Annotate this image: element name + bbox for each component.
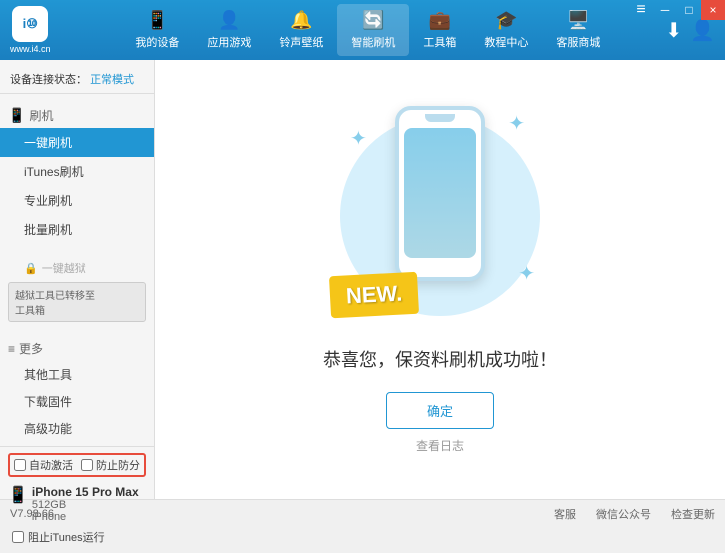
confirm-button[interactable]: 确定 [386,392,494,429]
settings-wc[interactable]: ≡ [629,0,653,20]
apps-icon: 👤 [218,10,240,31]
sidebar-item-itunes[interactable]: iTunes刷机 [0,157,154,186]
device-name: iPhone 15 Pro Max [32,485,139,499]
nav-smart-flash[interactable]: 🔄 智能刷机 [337,4,409,56]
auto-activate-checkbox[interactable]: 自动激活 [14,457,73,473]
content-area: ✦ ✦ ✦ NEW. 恭喜您，保资料刷机成功啦！ 确定 查看日志 [155,60,725,499]
nav-apps-games[interactable]: 👤 应用游戏 [193,4,265,56]
sidebar-item-advanced[interactable]: 高级功能 [0,415,154,442]
sidebar-bottom: 自动激活 防止防分 📱 iPhone 15 Pro Max 512GB iPho… [0,446,154,553]
sidebar-item-other-tools[interactable]: 其他工具 [0,361,154,388]
phone-screen [404,128,476,258]
nav-my-device[interactable]: 📱 我的设备 [121,4,193,56]
ringtone-icon: 🔔 [290,10,312,31]
main-container: 设备连接状态： 正常模式 📱 刷机 一键刷机 iTunes刷机 专业刷机 批量刷… [0,60,725,499]
success-message: 恭喜您，保资料刷机成功啦！ [323,346,557,372]
nav-service[interactable]: 🖥️ 客服商城 [542,4,614,56]
toolbox-icon: 💼 [429,10,451,31]
time-machine-input[interactable] [81,459,93,471]
logo: i⑩ www.i4.cn [10,6,51,54]
time-machine-checkbox[interactable]: 防止防分 [81,457,140,473]
footer-link-update[interactable]: 检查更新 [671,506,715,522]
status-bar: 设备连接状态： 正常模式 [0,65,154,94]
logo-icon: i⑩ [12,6,48,42]
more-icon: ≡ [8,342,15,356]
footer-links: 客服 微信公众号 检查更新 [554,506,715,522]
download-icon[interactable]: ⬇ [665,18,682,43]
new-badge: NEW. [329,271,419,318]
service-icon: 🖥️ [567,10,589,31]
nav-ringtones[interactable]: 🔔 铃声壁纸 [265,4,337,56]
footer-link-service[interactable]: 客服 [554,506,576,522]
nav-tutorials[interactable]: 🎓 教程中心 [470,4,542,56]
sidebar-item-one-click[interactable]: 一键刷机 [0,128,154,157]
section-header-flash: 📱 刷机 [0,103,154,128]
phone-illustration: ✦ ✦ ✦ NEW. [340,106,540,326]
user-icon[interactable]: 👤 [690,18,715,43]
device-icon: 📱 [146,10,168,31]
sidebar: 设备连接状态： 正常模式 📱 刷机 一键刷机 iTunes刷机 专业刷机 批量刷… [0,60,155,499]
lock-icon: 🔒 [24,262,38,275]
flash-icon: 🔄 [362,10,384,31]
sparkle3-icon: ✦ [518,261,535,286]
itunes-bar: 阻止iTunes运行 [8,527,146,547]
tutorial-icon: 🎓 [495,10,517,31]
window-controls: ≡ ─ □ × [629,0,725,20]
footer-version: V7.98.66 [10,508,54,520]
sidebar-item-download-firmware[interactable]: 下载固件 [0,388,154,415]
status-label: 设备连接状态： [10,74,87,86]
auto-activate-input[interactable] [14,459,26,471]
phone-mockup [395,106,485,281]
footer-link-wechat[interactable]: 微信公众号 [596,506,651,522]
status-value: 正常模式 [90,74,134,86]
phone-notch [425,114,455,122]
new-badge-text: NEW. [345,280,402,308]
logo-text: www.i4.cn [10,44,51,54]
phone-device-icon: 📱 [8,485,28,505]
restore-button[interactable]: □ [677,0,701,20]
sparkle2-icon: ✦ [508,111,525,136]
auto-activate-area: 自动激活 防止防分 [8,453,146,477]
device-info: 📱 iPhone 15 Pro Max 512GB iPhone [8,481,146,527]
minimize-button[interactable]: ─ [653,0,677,20]
close-button[interactable]: × [701,0,725,20]
nav-toolbox[interactable]: 💼 工具箱 [409,4,470,56]
sidebar-item-pro[interactable]: 专业刷机 [0,186,154,215]
sidebar-section-flash: 📱 刷机 一键刷机 iTunes刷机 专业刷机 批量刷机 [0,99,154,248]
section-header-more: ≡ 更多 [0,336,154,361]
flash-section-icon: 📱 [8,107,25,124]
app-header: i⑩ www.i4.cn 📱 我的设备 👤 应用游戏 🔔 铃声壁纸 🔄 智能刷机 [0,0,725,60]
jailbreak-notice: 越狱工具已转移至工具箱 [8,282,146,322]
view-log-link[interactable]: 查看日志 [416,437,464,454]
sidebar-section-more: ≡ 更多 其他工具 下载固件 高级功能 [0,332,154,446]
sparkle1-icon: ✦ [350,126,367,151]
itunes-checkbox[interactable] [12,531,24,543]
sidebar-item-jailbreak-disabled: 🔒 一键越狱 [0,256,154,280]
nav-bar: 📱 我的设备 👤 应用游戏 🔔 铃声壁纸 🔄 智能刷机 💼 工具箱 🎓 [71,4,666,56]
header-right: ⬇ 👤 [665,18,715,43]
sidebar-item-batch[interactable]: 批量刷机 [0,215,154,244]
